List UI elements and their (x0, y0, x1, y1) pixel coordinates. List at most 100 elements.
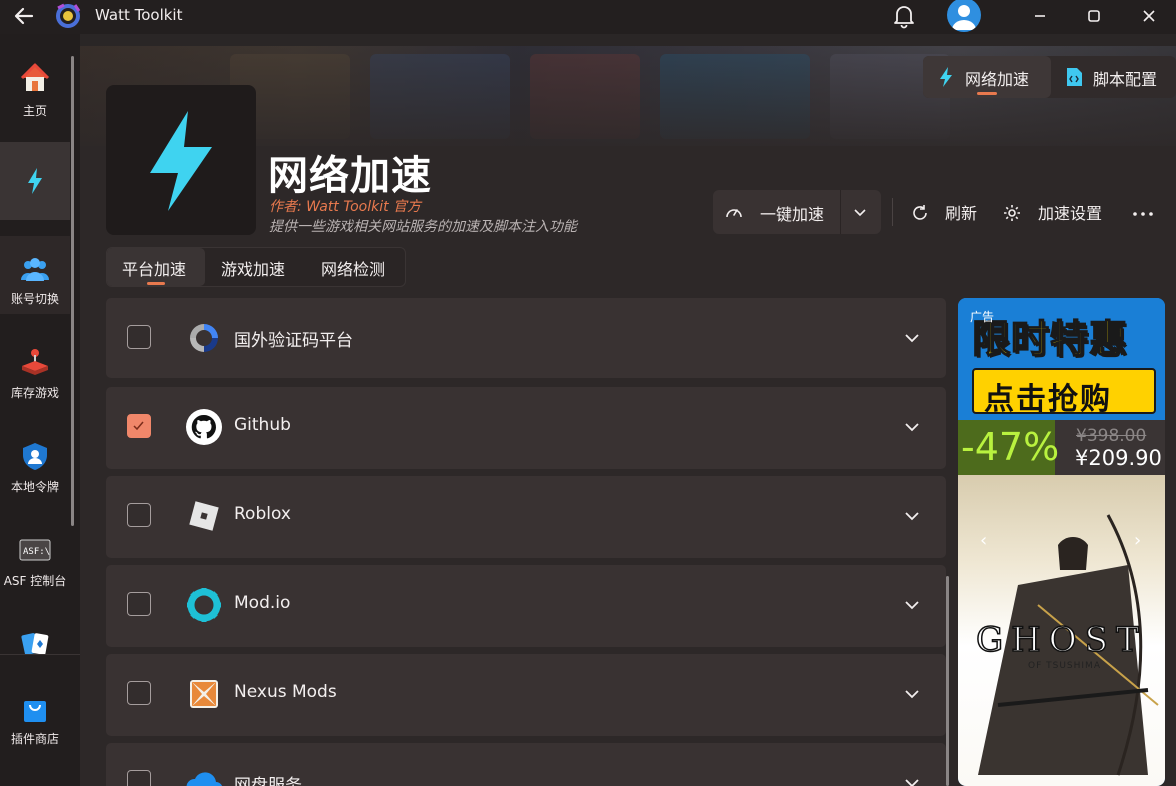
gear-icon (1004, 205, 1020, 221)
user-icon (952, 5, 976, 30)
notification-bell-icon[interactable] (892, 3, 916, 29)
tab-network-acceleration[interactable]: 网络加速 (923, 56, 1051, 98)
chevron-down-icon[interactable] (902, 328, 922, 348)
list-item[interactable]: 网盘服务 (106, 743, 946, 786)
ad-game-art: GHOST OF TSUSHIMA (958, 475, 1165, 786)
sidebar-item-library-games[interactable]: 库存游戏 (0, 330, 70, 408)
checkbox[interactable] (127, 325, 151, 349)
active-tab-indicator (147, 282, 165, 285)
checkbox[interactable] (127, 414, 151, 438)
cards-icon (21, 633, 49, 654)
page-icon (106, 85, 256, 235)
sidebar-item-label: 账号切换 (10, 292, 59, 306)
chevron-down-icon[interactable] (902, 595, 922, 615)
active-tab-indicator (977, 92, 997, 95)
tab-game-acceleration[interactable]: 游戏加速 (205, 248, 305, 286)
app-logo-icon (56, 3, 81, 28)
script-file-icon (1067, 68, 1082, 86)
refresh-icon (913, 205, 927, 220)
tab-network-check[interactable]: 网络检测 (305, 248, 405, 286)
asf-icon: ASF:\ (19, 539, 51, 561)
sidebar-item-cards[interactable] (0, 612, 70, 654)
nexus-mods-icon (190, 680, 218, 708)
close-icon[interactable] (1137, 4, 1161, 28)
tab-script-config[interactable]: 脚本配置 (1051, 56, 1176, 98)
ad-tag: 广告 (970, 310, 995, 324)
sidebar: 主页 账号切换 库存游戏 本地令牌 ASF:\ ASF 控制台 插件商店 (0, 34, 80, 786)
svg-text:ASF:\: ASF:\ (23, 547, 50, 557)
sidebar-item-local-token[interactable]: 本地令牌 (0, 424, 70, 502)
ad-promo-area: 限时特惠 广告 点击抢购 (958, 298, 1165, 420)
ad-headline: 限时特惠 (971, 316, 1129, 362)
service-name: 网盘服务 (234, 776, 302, 786)
list-item[interactable]: Nexus Mods (106, 654, 946, 736)
sidebar-item-plugin-store[interactable]: 插件商店 (0, 676, 70, 754)
chevron-down-icon[interactable] (902, 684, 922, 704)
tab-label: 网络加速 (965, 70, 1030, 89)
ad-discount: -47% (961, 425, 1060, 469)
list-item[interactable]: Roblox (106, 476, 946, 558)
ad-game-subtitle: OF TSUSHIMA (1028, 661, 1101, 671)
advertisement-banner[interactable]: 限时特惠 广告 点击抢购 -47% ¥398.00 ¥209.90 GHOST … (958, 298, 1165, 786)
sidebar-item-asf-console[interactable]: ASF:\ ASF 控制台 (0, 518, 70, 596)
minimize-icon[interactable] (1028, 4, 1052, 28)
tab-label: 平台加速 (122, 260, 187, 279)
ad-discount-badge: -47% (958, 420, 1059, 475)
sidebar-scrollbar[interactable] (71, 56, 74, 526)
sidebar-item-label: ASF 控制台 (3, 574, 67, 588)
checkbox[interactable] (127, 681, 151, 705)
ad-cta-label: 点击抢购 (984, 382, 1112, 417)
checkbox[interactable] (127, 770, 151, 786)
chevron-down-icon[interactable] (902, 417, 922, 437)
more-options-icon[interactable] (1132, 204, 1154, 224)
modio-icon (187, 588, 221, 622)
tab-label: 网络检测 (321, 260, 386, 279)
lightning-icon (28, 168, 42, 194)
back-arrow-icon[interactable] (12, 5, 36, 27)
maximize-icon[interactable] (1082, 4, 1106, 28)
list-item[interactable]: Mod.io (106, 565, 946, 647)
tab-platform-acceleration[interactable]: 平台加速 (107, 248, 205, 286)
chevron-down-icon[interactable] (902, 506, 922, 526)
service-name: 国外验证码平台 (234, 331, 353, 351)
list-item[interactable]: 国外验证码平台 (106, 298, 946, 378)
page-description: 提供一些游戏相关网站服务的加速及脚本注入功能 (269, 219, 577, 235)
service-name: Github (234, 415, 291, 435)
sidebar-item-label: 插件商店 (10, 732, 59, 746)
sidebar-item-account-switch[interactable]: 账号切换 (0, 236, 70, 314)
ad-price-bar: -47% ¥398.00 ¥209.90 (958, 420, 1165, 475)
top-tab-bar: 网络加速 脚本配置 (923, 56, 1176, 98)
sidebar-item-network-acceleration[interactable] (0, 142, 70, 220)
sidebar-separator (0, 654, 80, 655)
one-click-accelerate-button[interactable]: 一键加速 (713, 190, 881, 234)
cloud-storage-icon (186, 772, 222, 786)
users-icon (21, 258, 49, 281)
chevron-down-icon[interactable] (902, 773, 922, 786)
list-scrollbar[interactable] (946, 576, 949, 786)
ad-game-logo: GHOST (975, 619, 1147, 661)
refresh-label: 刷新 (945, 204, 978, 223)
page-author: 作者: Watt Toolkit 官方 (269, 199, 422, 215)
shield-user-icon (23, 443, 47, 470)
page-title: 网络加速 (268, 153, 432, 199)
toolbar-separator (892, 198, 893, 226)
checkmark-icon (133, 421, 144, 431)
chevron-down-icon[interactable] (853, 206, 867, 220)
user-avatar[interactable] (947, 0, 981, 32)
checkbox[interactable] (127, 592, 151, 616)
sidebar-item-label: 本地令牌 (10, 480, 59, 494)
ad-old-price: ¥398.00 (1076, 426, 1147, 446)
settings-label: 加速设置 (1038, 204, 1103, 223)
service-list: 国外验证码平台 Github Roblox Mod.io Nexus Mods … (106, 298, 946, 786)
app-title: Watt Toolkit (95, 6, 183, 24)
ad-buy-button[interactable]: 点击抢购 (972, 368, 1156, 417)
carousel-next-icon[interactable]: › (1134, 530, 1141, 551)
recaptcha-icon (190, 324, 218, 352)
sidebar-item-label: 主页 (22, 104, 47, 118)
sidebar-item-home[interactable]: 主页 (0, 48, 70, 126)
carousel-prev-icon[interactable]: ‹ (980, 530, 987, 551)
joystick-icon (22, 349, 48, 375)
list-item[interactable]: Github (106, 387, 946, 469)
checkbox[interactable] (127, 503, 151, 527)
service-name: Roblox (234, 504, 291, 524)
